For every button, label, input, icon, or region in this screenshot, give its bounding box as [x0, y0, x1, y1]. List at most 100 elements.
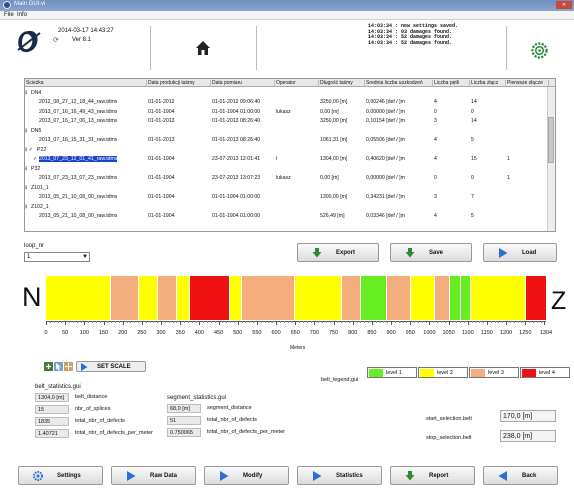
tree-cell: 0,00000 [def / ]m [366, 175, 405, 181]
belt-segment-level-3[interactable] [341, 276, 361, 320]
tree-row[interactable]: ⊟ P32 [25, 165, 549, 173]
axis-tick [126, 321, 128, 323]
tree-row[interactable]: ⊟ DN4 [25, 89, 549, 97]
measurement-tree[interactable]: Ścieżka Data produkcji taśmy Data pomiar… [24, 78, 556, 232]
tree-expander-icon[interactable]: ⊟ [25, 204, 27, 210]
zoom-icon[interactable] [44, 362, 53, 371]
belt-segment-level-1[interactable] [360, 276, 387, 320]
belt-segment-level-2[interactable] [176, 276, 189, 320]
tree-expander-icon[interactable]: ✓ [33, 156, 37, 162]
menu-file[interactable]: File [4, 12, 14, 18]
belt-segment-level-2[interactable] [294, 276, 342, 320]
tree-row-path[interactable]: 2013_07_23_12_01_41_raw.tdms [39, 156, 118, 162]
settings-button[interactable]: Settings [18, 466, 103, 485]
tree-row[interactable]: ⊟ ✓ P22 [25, 146, 549, 154]
column-header-avg-defects[interactable]: Średnia liczba uszkodzeń [365, 80, 433, 87]
belt-segment-level-3[interactable] [157, 276, 177, 320]
tree-expander-icon[interactable]: ⊟ [25, 90, 27, 96]
tree-row-path[interactable]: 2013_05_21_10_08_00_raw.tdms [39, 194, 117, 200]
column-header-path[interactable]: Ścieżka [25, 80, 147, 87]
tree-row-path[interactable]: 2013_07_16_17_06_13_raw.tdms [39, 118, 117, 124]
tree-row[interactable]: 2013_07_23_13_07_23_raw.tdms 01-01-1904 23… [25, 175, 549, 183]
report-button[interactable]: Report [390, 466, 475, 485]
modify-button[interactable]: Modify [204, 466, 289, 485]
tree-row[interactable]: 2013_07_16_16_49_43_raw.tdms 01-01-1904 01… [25, 108, 549, 116]
tree-row-path[interactable]: Z101_1 [31, 185, 49, 191]
tree-cell: 3250,00 [m] [320, 99, 348, 105]
tree-row[interactable]: ⊟ Z101_1 [25, 184, 549, 192]
back-button[interactable]: Back [483, 466, 558, 485]
tree-row[interactable]: 2013_07_16_17_06_13_raw.tdms 01-01-2013 01… [25, 118, 549, 126]
tree-row-path[interactable]: DN5 [31, 128, 41, 134]
stop-selection-field[interactable]: 238,0 [m] [500, 430, 556, 442]
axis-tick [502, 321, 504, 323]
belt-segment-level-3[interactable] [110, 276, 138, 320]
set-scale-button[interactable]: SET SCALE [76, 361, 146, 372]
axis-tick [256, 321, 258, 325]
tree-row-path[interactable]: 2013_07_16_16_49_43_raw.tdms [39, 109, 117, 115]
column-header-measure-date[interactable]: Data pomiaru [211, 80, 275, 87]
belt-segment-level-4[interactable] [524, 276, 546, 320]
window-close-button[interactable]: ✕ [556, 1, 572, 9]
tree-row-path[interactable]: P32 [31, 166, 40, 172]
load-button[interactable]: Load [483, 243, 557, 262]
cursor-icon[interactable] [54, 362, 63, 371]
axis-tick [490, 321, 492, 323]
column-header-loops[interactable]: Liczba pętli [433, 80, 470, 87]
belt-segment-level-2[interactable] [46, 276, 111, 320]
tree-row[interactable]: ⊟ Z102_1 [25, 203, 549, 211]
legend-label: belt_legend.gui [321, 377, 359, 383]
axis-tick [149, 321, 151, 323]
chevron-down-icon[interactable]: ▼ [82, 254, 88, 260]
column-header-length[interactable]: Długość taśmy [319, 80, 365, 87]
belt-segment-level-3[interactable] [434, 276, 449, 320]
refresh-icon[interactable]: ⟳ [53, 36, 59, 44]
belt-segment-level-2[interactable] [410, 276, 435, 320]
tree-expander-icon[interactable]: ⊟ [25, 185, 27, 191]
tree-row[interactable]: ⊟ DN5 [25, 127, 549, 135]
tree-row-path[interactable]: 2013_05_21_10_08_00_raw.tdms [39, 213, 117, 219]
column-header-production-date[interactable]: Data produkcji taśmy [147, 80, 211, 87]
tree-row-path[interactable]: P22 [37, 147, 46, 153]
tree-row-path[interactable]: 2013_07_23_13_07_23_raw.tdms [39, 175, 117, 181]
tree-scroll-thumb[interactable] [548, 117, 554, 163]
tree-row-path[interactable]: Z102_1 [31, 204, 49, 210]
graph-tools[interactable] [44, 362, 74, 372]
tree-cell: 0,34231 [def / ]m [366, 194, 405, 200]
tree-row[interactable]: 2012_08_27_12_18_44_raw.tdms 01-01-2012 01… [25, 99, 549, 107]
belt-segment-level-4[interactable] [188, 276, 230, 320]
save-button[interactable]: Save [390, 243, 472, 262]
tree-cell: t [276, 156, 278, 162]
tree-row[interactable]: 2013_05_21_10_08_00_raw.tdms 01-01-1904 01… [25, 213, 549, 221]
belt-segment-level-2[interactable] [138, 276, 158, 320]
tree-scrollbar[interactable] [547, 87, 555, 231]
tree-expander-icon[interactable]: ⊟ ✓ [25, 147, 33, 153]
tree-row[interactable]: 2013_05_21_10_08_00_raw.tdms 01-01-1904 01… [25, 194, 549, 202]
belt-segment-level-3[interactable] [240, 276, 295, 320]
tree-row[interactable]: 2013_07_16_15_31_31_raw.tdms 01-01-2013 01… [25, 137, 549, 145]
tree-row-path[interactable]: DN4 [31, 90, 41, 96]
loop-select[interactable]: 1 ▼ [24, 252, 90, 262]
belt-segment-level-2[interactable] [469, 276, 525, 320]
tree-expander-icon[interactable]: ⊟ [25, 128, 27, 134]
column-header-splices[interactable]: Liczba złącz [470, 80, 506, 87]
column-header-operator[interactable]: Operator [275, 80, 319, 87]
tree-row-path[interactable]: 2013_07_16_15_31_31_raw.tdms [39, 137, 117, 143]
belt-segment-level-2[interactable] [229, 276, 241, 320]
tree-row-path[interactable]: 2012_08_27_12_18_44_raw.tdms [39, 99, 117, 105]
export-button[interactable]: Export [297, 243, 379, 262]
statistics-button[interactable]: Statistics [297, 466, 382, 485]
gear-icon[interactable] [531, 42, 548, 59]
tree-expander-icon[interactable]: ⊟ [25, 166, 27, 172]
start-selection-field[interactable]: 170,0 [m] [500, 410, 556, 422]
tree-row[interactable]: ✓ 2013_07_23_12_01_41_raw.tdms 01-01-1904 2… [25, 156, 549, 164]
column-header-first-splice[interactable]: Pierwsze złącze [506, 80, 549, 87]
raw-data-button[interactable]: Raw Data [111, 466, 196, 485]
pan-icon[interactable] [64, 362, 73, 371]
belt-visualization[interactable] [46, 276, 546, 320]
tree-header: Ścieżka Data produkcji taśmy Data pomiar… [25, 79, 555, 87]
belt-segment-level-3[interactable] [386, 276, 411, 320]
menu-info[interactable]: Info [17, 12, 27, 18]
home-icon[interactable] [195, 40, 211, 56]
axis-tick [368, 321, 370, 323]
